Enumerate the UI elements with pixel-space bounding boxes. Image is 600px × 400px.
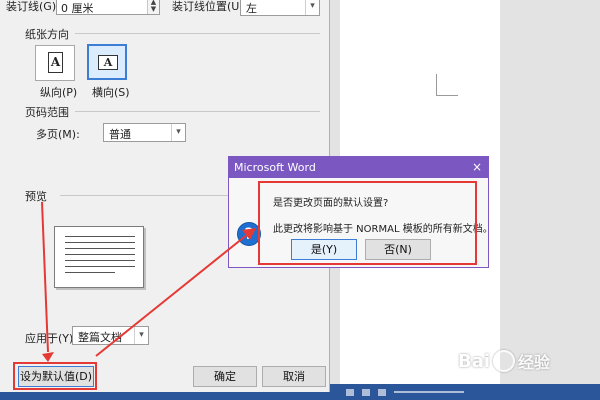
baidu-watermark: Bai 经验 (458, 344, 598, 378)
gutter-position-value: 左 (246, 2, 257, 15)
view-icon[interactable] (362, 388, 370, 396)
preview-text-line (65, 272, 115, 273)
portrait-page-icon: A (48, 52, 63, 73)
chevron-down-icon: ▾ (305, 0, 319, 15)
highlight-box-dialog (258, 181, 477, 265)
spinner-arrows-icon[interactable]: ▲ ▼ (147, 0, 159, 14)
preview-text-line (65, 248, 135, 249)
cancel-button[interactable]: 取消 (262, 366, 326, 387)
margin-corner-mark (436, 74, 437, 96)
view-icon[interactable] (378, 388, 386, 396)
section-divider (75, 33, 320, 34)
close-icon[interactable]: × (472, 157, 482, 178)
gutter-position-label: 装订线位置(U): (172, 0, 248, 13)
section-divider (75, 111, 320, 112)
paw-logo-icon (493, 350, 516, 372)
preview-thumbnail (54, 226, 144, 288)
gutter-position-select[interactable]: 左 ▾ (240, 0, 320, 16)
status-bar-controls[interactable] (346, 386, 596, 398)
apply-to-select[interactable]: 整篇文档 ▾ (72, 326, 149, 345)
orientation-section-title: 纸张方向 (25, 28, 69, 41)
multiple-pages-label: 多页(M): (36, 128, 80, 141)
preview-text-line (65, 254, 135, 255)
dialog-titlebar: Microsoft Word × (229, 157, 488, 178)
gutter-value: 0 厘米 (61, 2, 94, 15)
preview-text-line (65, 260, 135, 261)
preview-text-line (65, 236, 135, 237)
portrait-button[interactable]: A (35, 45, 75, 81)
chevron-down-icon: ▾ (134, 327, 148, 344)
dialog-title: Microsoft Word (234, 161, 316, 174)
zoom-slider[interactable] (394, 391, 464, 393)
ok-button[interactable]: 确定 (193, 366, 257, 387)
apply-to-value: 整篇文档 (78, 331, 122, 344)
preview-section-title: 预览 (25, 190, 47, 203)
preview-text-line (65, 242, 135, 243)
multiple-pages-value: 普通 (109, 128, 131, 141)
pages-section-title: 页码范围 (25, 106, 69, 119)
view-icon[interactable] (346, 388, 354, 396)
highlight-box-set-default (13, 362, 97, 390)
preview-text-line (65, 266, 135, 267)
landscape-button[interactable]: A (87, 44, 127, 80)
gutter-label: 装订线(G): (6, 0, 60, 13)
margin-corner-mark (436, 95, 458, 96)
watermark-suffix: 经验 (518, 353, 551, 372)
portrait-label: 纵向(P) (40, 86, 78, 99)
gutter-spinner[interactable]: 0 厘米 ▲ ▼ (56, 0, 160, 15)
chevron-down-icon: ▾ (171, 124, 185, 141)
multiple-pages-select[interactable]: 普通 ▾ (103, 123, 186, 142)
landscape-page-icon: A (98, 55, 118, 70)
apply-to-label: 应用于(Y): (25, 332, 78, 345)
landscape-label: 横向(S) (92, 86, 130, 99)
watermark-brand: Bai (458, 350, 491, 372)
